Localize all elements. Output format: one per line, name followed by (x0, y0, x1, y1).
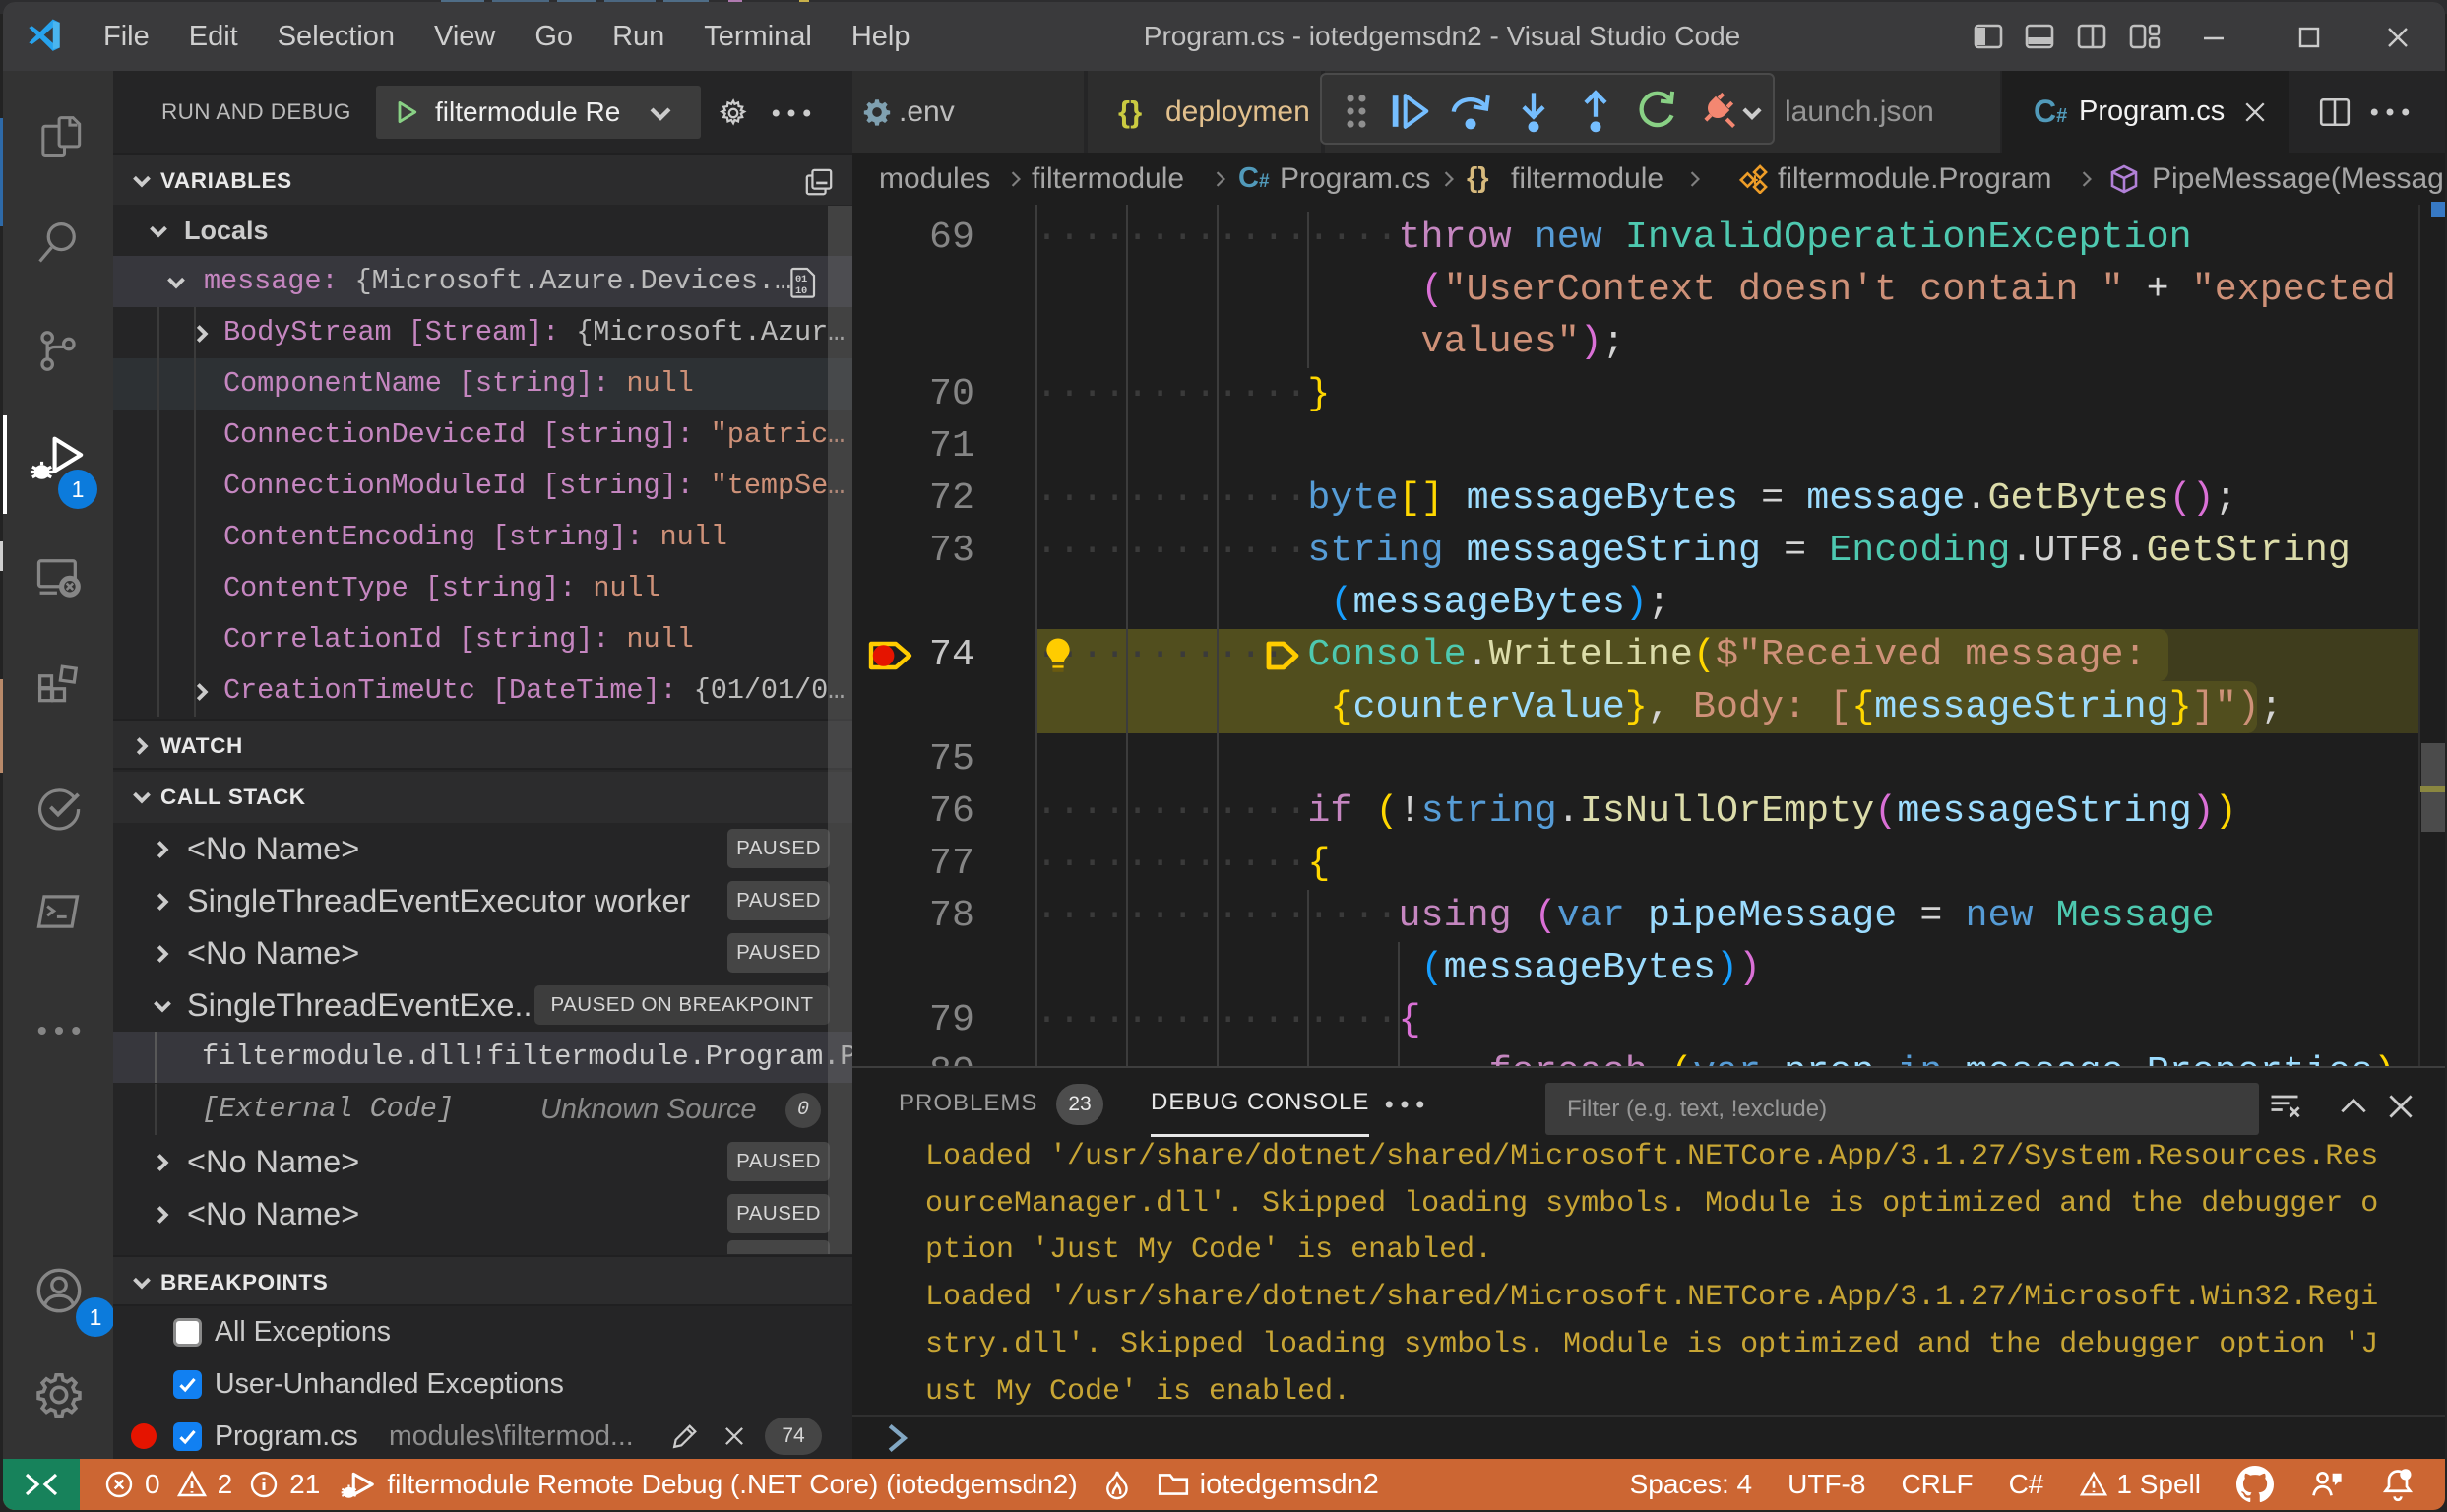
svg-text:10: 10 (795, 285, 807, 297)
svg-text:01: 01 (795, 274, 807, 285)
